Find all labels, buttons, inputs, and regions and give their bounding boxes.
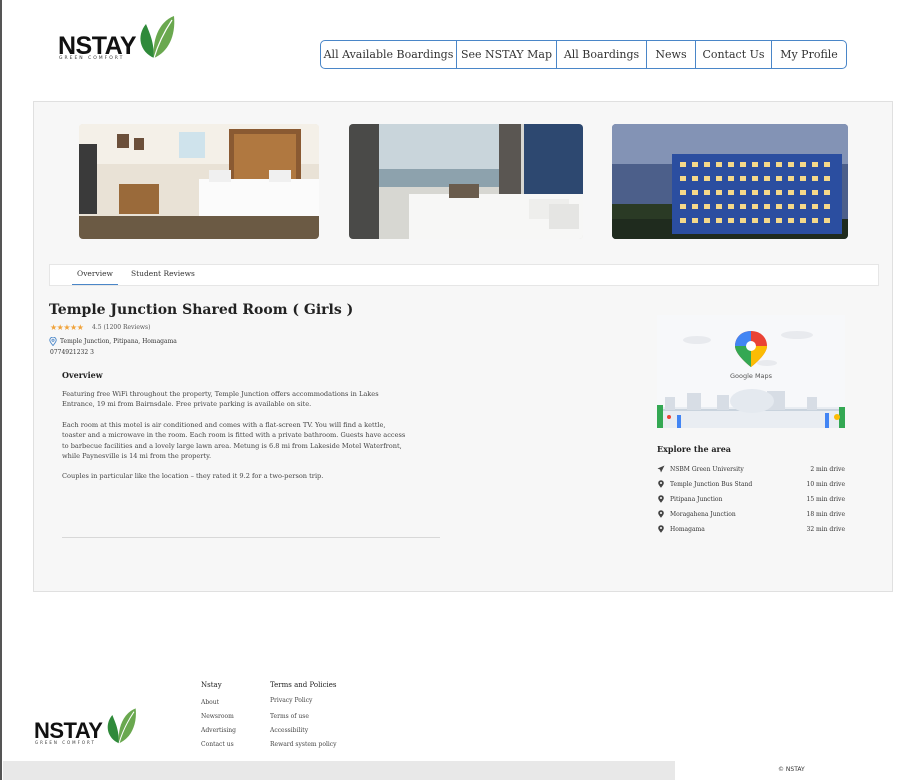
window-left-edge	[0, 0, 2, 780]
overview-paragraph: Couples in particular like the location …	[62, 472, 324, 480]
nstay-logo[interactable]: NSTAY GREEN COMFORT	[58, 12, 178, 64]
list-item: Homagama 32 min drive	[657, 523, 845, 535]
nav-see-nstay-map[interactable]: See NSTAY Map	[457, 41, 557, 68]
nav-news[interactable]: News	[647, 41, 696, 68]
leaf-icon	[140, 16, 175, 59]
divider	[62, 537, 440, 538]
footer-bar	[3, 761, 675, 780]
rating-text: 4.5 (1200 Reviews)	[92, 324, 151, 331]
poi-distance: 18 min drive	[806, 510, 846, 518]
poi-name: Temple Junction Bus Stand	[670, 480, 753, 488]
list-item: Pitipana Junction 15 min drive	[657, 493, 845, 505]
footer-heading-terms: Terms and Policies	[270, 681, 337, 689]
listing-card: Overview Student Reviews Temple Junction…	[33, 101, 893, 592]
hotel-building-photo[interactable]	[612, 124, 848, 239]
rating-stars: ★★★★★	[50, 323, 84, 332]
list-item: Temple Junction Bus Stand 10 min drive	[657, 478, 845, 490]
ocean-view-bedroom-photo[interactable]	[349, 124, 583, 239]
logo-tagline: GREEN COMFORT	[59, 56, 125, 61]
location-pin-icon	[658, 495, 664, 503]
leaf-icon	[107, 708, 136, 744]
poi-name: NSBM Green University	[670, 465, 744, 473]
poi-distance: 10 min drive	[806, 480, 846, 488]
map-label: Google Maps	[729, 372, 773, 380]
footer-link-about[interactable]: About	[201, 699, 219, 706]
hotel-room-photo[interactable]	[79, 124, 319, 239]
footer-link-newsroom[interactable]: Newsroom	[201, 713, 234, 720]
google-maps-preview[interactable]: Google Maps	[657, 315, 845, 428]
poi-distance: 15 min drive	[806, 495, 846, 503]
list-item: Moragahena Junction 18 min drive	[657, 508, 845, 520]
nav-all-available-boardings[interactable]: All Available Boardings	[321, 41, 457, 68]
footer-link-accessibility[interactable]: Accessibility	[270, 727, 308, 734]
overview-paragraph: Each room at this motel is air condition…	[62, 421, 406, 461]
explore-heading: Explore the area	[657, 444, 731, 454]
main-nav: All Available Boardings See NSTAY Map Al…	[320, 40, 847, 69]
airplane-icon	[657, 465, 665, 473]
poi-name: Homagama	[670, 525, 705, 533]
logo-tagline: GREEN COMFORT	[35, 740, 96, 745]
poi-name: Pitipana Junction	[670, 495, 723, 503]
overview-heading: Overview	[62, 370, 103, 380]
footer-link-terms-of-use[interactable]: Terms of use	[270, 713, 309, 720]
location-pin-icon	[49, 337, 57, 346]
nav-my-profile[interactable]: My Profile	[772, 41, 846, 68]
footer-nstay-logo[interactable]: NSTAY GREEN COMFORT	[34, 705, 140, 749]
poi-name: Moragahena Junction	[670, 510, 736, 518]
tab-student-reviews[interactable]: Student Reviews	[131, 268, 195, 285]
location-pin-icon	[658, 525, 664, 533]
location-pin-icon	[658, 480, 664, 488]
poi-distance: 2 min drive	[810, 465, 845, 473]
listing-title: Temple Junction Shared Room ( Girls )	[49, 302, 354, 318]
copyright: © NSTAY	[778, 766, 805, 773]
footer-link-contact-us[interactable]: Contact us	[201, 741, 234, 748]
footer-link-privacy-policy[interactable]: Privacy Policy	[270, 697, 312, 704]
address-text: Temple Junction, Pitipana, Homagama	[60, 338, 177, 345]
location-pin-icon	[658, 510, 664, 518]
footer-link-reward-policy[interactable]: Reward system policy	[270, 741, 337, 748]
poi-distance: 32 min drive	[806, 525, 846, 533]
address-line: Temple Junction, Pitipana, Homagama	[49, 337, 177, 346]
overview-paragraph: Featuring free WiFi throughout the prope…	[62, 390, 379, 409]
footer-heading-nstay: Nstay	[201, 681, 222, 689]
nav-contact-us[interactable]: Contact Us	[696, 41, 772, 68]
phone-number: 0774921232 3	[50, 349, 94, 356]
nav-all-boardings[interactable]: All Boardings	[557, 41, 647, 68]
footer-link-advertising[interactable]: Advertising	[201, 727, 236, 734]
tab-overview[interactable]: Overview	[72, 268, 118, 285]
list-item: NSBM Green University 2 min drive	[657, 463, 845, 475]
listing-tabs: Overview Student Reviews	[49, 264, 879, 286]
